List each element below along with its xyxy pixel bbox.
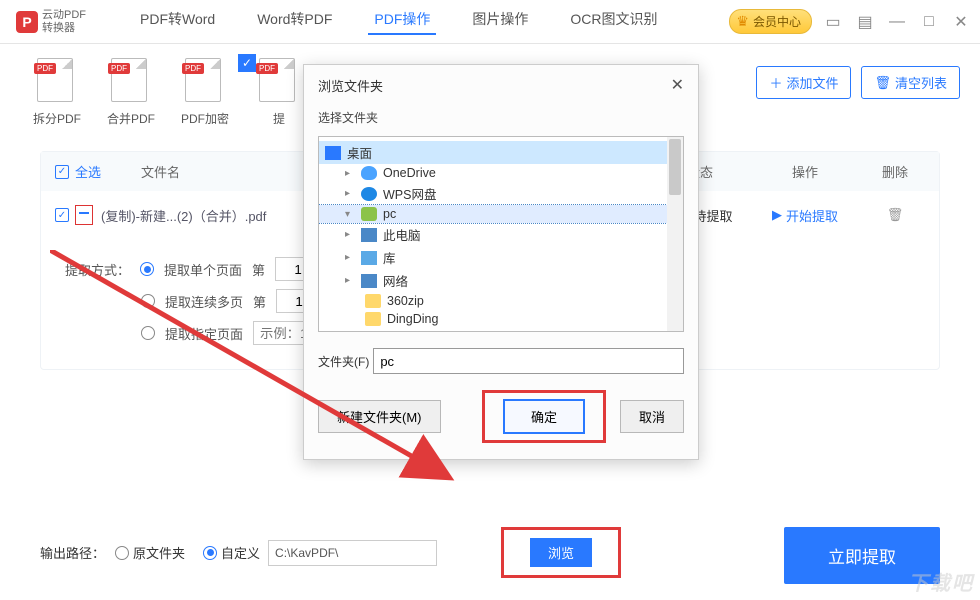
side-actions: ＋添加文件 🗑清空列表	[756, 66, 960, 99]
tree-node-desktop[interactable]: 桌面	[319, 141, 683, 164]
nav-word-to-pdf[interactable]: Word转PDF	[251, 9, 338, 35]
nav-image-ops[interactable]: 图片操作	[466, 9, 534, 35]
radio-single-label[interactable]: 提取单个页面	[164, 260, 242, 279]
play-icon: ▶	[772, 207, 782, 223]
message-icon[interactable]: ▤	[854, 12, 876, 32]
folder-icon	[365, 294, 381, 308]
top-nav: PDF转Word Word转PDF PDF操作 图片操作 OCR图文识别	[134, 9, 729, 35]
radio-spec-page[interactable]	[141, 326, 155, 340]
dialog-title: 浏览文件夹	[318, 76, 383, 95]
output-path-label: 输出路径：	[40, 543, 105, 562]
radio-custom-folder[interactable]	[203, 546, 217, 560]
select-all-label[interactable]: 全选	[75, 162, 101, 181]
tool-encrypt-pdf[interactable]: PDF PDF加密	[168, 58, 242, 127]
dialog-close-button[interactable]: ✕	[671, 75, 684, 95]
ok-highlight: 确定	[482, 390, 606, 443]
vip-badge[interactable]: ♛ 会员中心	[729, 9, 812, 34]
page-label: 第	[253, 292, 266, 311]
footer-bar: 输出路径： 原文件夹 自定义 浏览 立即提取	[40, 527, 940, 578]
extract-mode-label: 提取方式：	[65, 260, 130, 279]
dialog-subtitle: 选择文件夹	[304, 105, 698, 136]
ok-button[interactable]: 确定	[503, 399, 585, 434]
folder-field-label: 文件夹(F)	[318, 353, 369, 370]
tree-node-libraries[interactable]: ▸库	[319, 246, 683, 269]
col-delete: 删除	[865, 162, 925, 181]
wps-icon	[361, 187, 377, 201]
feedback-icon[interactable]: ▭	[822, 12, 844, 32]
tree-node-360zip[interactable]: 360zip	[319, 292, 683, 310]
user-icon	[361, 207, 377, 221]
plus-icon: ＋	[769, 73, 782, 92]
new-folder-button[interactable]: 新建文件夹(M)	[318, 400, 441, 433]
trash-icon: 🗑	[874, 75, 891, 91]
add-file-button[interactable]: ＋添加文件	[756, 66, 851, 99]
desktop-icon	[325, 146, 341, 160]
browse-button[interactable]: 浏览	[530, 538, 592, 567]
browse-folder-dialog: 浏览文件夹 ✕ 选择文件夹 桌面 ▸OneDrive ▸WPS网盘 ▾pc ▸此…	[303, 64, 699, 460]
vip-label: 会员中心	[753, 13, 801, 30]
selected-check-icon: ✓	[238, 54, 256, 72]
folder-icon	[365, 312, 381, 326]
expand-icon[interactable]: ▸	[345, 188, 355, 199]
pdf-tag-icon: PDF	[34, 63, 56, 74]
expand-icon[interactable]: ▸	[345, 275, 355, 286]
folder-tree[interactable]: 桌面 ▸OneDrive ▸WPS网盘 ▾pc ▸此电脑 ▸库 ▸网络 360z…	[318, 136, 684, 332]
nav-pdf-to-word[interactable]: PDF转Word	[134, 9, 221, 35]
pdf-tag-icon: PDF	[182, 63, 204, 74]
tree-node-onedrive[interactable]: ▸OneDrive	[319, 164, 683, 182]
expand-icon[interactable]: ▸	[345, 168, 355, 179]
pdf-tag-icon: PDF	[256, 63, 278, 74]
network-icon	[361, 274, 377, 288]
select-all-checkbox[interactable]: ✓	[55, 165, 69, 179]
radio-original-label[interactable]: 原文件夹	[133, 543, 185, 562]
tree-node-dingding[interactable]: DingDing	[319, 310, 683, 328]
tree-node-pc-user[interactable]: ▾pc	[319, 205, 683, 223]
expand-icon[interactable]: ▾	[345, 209, 355, 220]
title-bar: P 云动PDF 转换器 PDF转Word Word转PDF PDF操作 图片操作…	[0, 0, 980, 44]
nav-ocr[interactable]: OCR图文识别	[564, 9, 663, 35]
tree-node-network[interactable]: ▸网络	[319, 269, 683, 292]
tool-split-pdf[interactable]: PDF 拆分PDF	[20, 58, 94, 127]
page-label: 第	[252, 260, 265, 279]
library-icon	[361, 251, 377, 265]
close-button[interactable]: ✕	[950, 12, 972, 32]
cloud-icon	[361, 166, 377, 180]
watermark: 下载吧	[908, 567, 974, 596]
pdf-tag-icon: PDF	[108, 63, 130, 74]
col-operation: 操作	[745, 162, 865, 181]
radio-single-page[interactable]	[140, 262, 154, 276]
expand-icon[interactable]: ▸	[345, 252, 355, 263]
delete-row-button[interactable]: 🗑	[865, 207, 925, 223]
computer-icon	[361, 228, 377, 242]
output-path-input[interactable]	[268, 540, 437, 566]
cancel-button[interactable]: 取消	[620, 400, 684, 433]
radio-spec-label[interactable]: 提取指定页面	[165, 324, 243, 343]
tree-node-this-pc[interactable]: ▸此电脑	[319, 223, 683, 246]
minimize-button[interactable]: —	[886, 13, 908, 31]
nav-pdf-ops[interactable]: PDF操作	[368, 9, 436, 35]
row-checkbox[interactable]: ✓	[55, 208, 69, 222]
tree-node-wps[interactable]: ▸WPS网盘	[319, 182, 683, 205]
radio-custom-label[interactable]: 自定义	[221, 543, 260, 562]
folder-name-input[interactable]	[373, 348, 684, 374]
radio-multi-label[interactable]: 提取连续多页	[165, 292, 243, 311]
app-logo: P 云动PDF 转换器	[8, 9, 94, 33]
scrollbar-thumb[interactable]	[669, 139, 681, 195]
browse-highlight: 浏览	[501, 527, 621, 578]
radio-original-folder[interactable]	[115, 546, 129, 560]
start-extract-button[interactable]: ▶开始提取	[745, 206, 865, 225]
radio-multi-page[interactable]	[141, 294, 155, 308]
title-right: ♛ 会员中心 ▭ ▤ — □ ✕	[729, 9, 972, 34]
maximize-button[interactable]: □	[918, 13, 940, 31]
clear-list-button[interactable]: 🗑清空列表	[861, 66, 960, 99]
crown-icon: ♛	[736, 13, 749, 30]
app-name: 云动PDF 转换器	[42, 9, 86, 33]
tool-merge-pdf[interactable]: PDF 合并PDF	[94, 58, 168, 127]
logo-badge-icon: P	[16, 11, 38, 33]
expand-icon[interactable]: ▸	[345, 229, 355, 240]
tree-scrollbar[interactable]	[667, 137, 683, 331]
pdf-file-icon	[75, 205, 93, 225]
